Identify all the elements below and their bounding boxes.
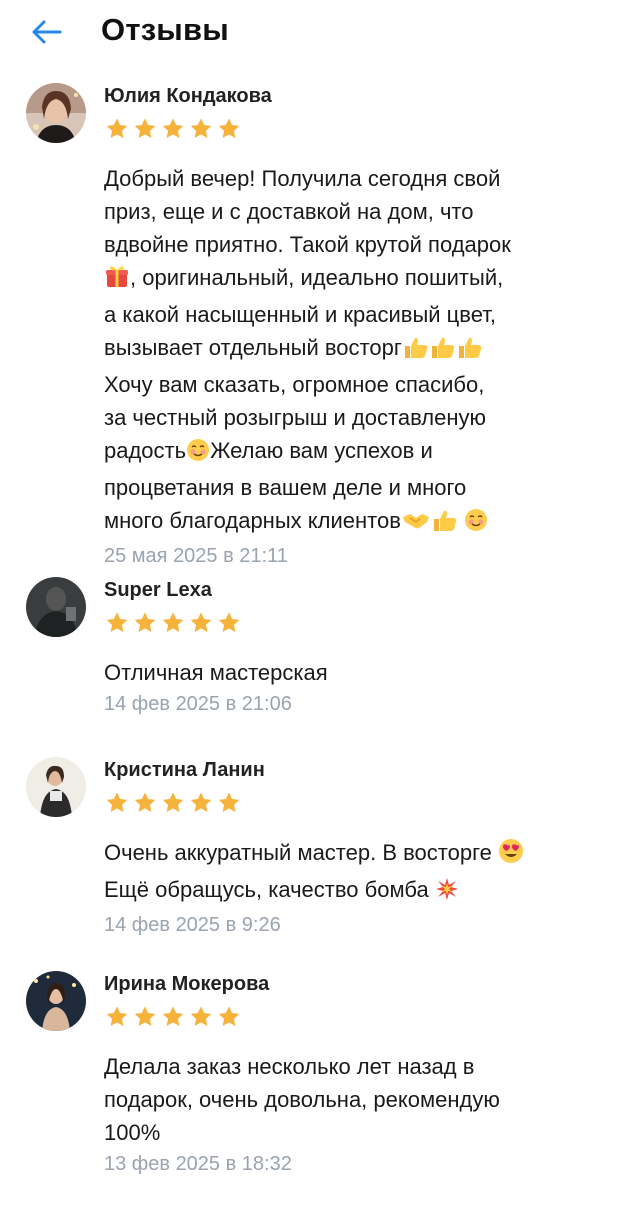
review-text-line: Желаю вам успехов и: [210, 438, 433, 463]
review-author[interactable]: Кристина Ланин: [104, 754, 600, 786]
review-text-line: Добрый вечер! Получила сегодня свой: [104, 166, 501, 191]
rating-stars: [104, 1002, 600, 1032]
star-icon: [218, 118, 240, 138]
review-author[interactable]: Ирина Мокерова: [104, 968, 600, 1000]
review-text-line: Делала заказ несколько лет назад в: [104, 1054, 475, 1079]
review-text-line: радость: [104, 438, 187, 463]
review-text-line: за честный розыгрыш и доставленую: [104, 405, 486, 430]
review-text-line: Ещё обращусь, качество бомба: [104, 877, 429, 902]
star-icon: [134, 118, 156, 138]
review-text-line: приз, еще и с доставкой на дом, что: [104, 199, 474, 224]
star-icon: [190, 792, 212, 812]
star-icon: [134, 612, 156, 632]
review-item: Юлия Кондакова Добрый вечер! Получила се…: [0, 80, 640, 572]
star-icon: [218, 1006, 240, 1026]
star-icon: [162, 792, 184, 812]
star-icon: [134, 1006, 156, 1026]
star-icon: [190, 1006, 212, 1026]
review-date: 25 мая 2025 в 21:11: [104, 545, 288, 567]
review-author[interactable]: Юлия Кондакова: [104, 80, 600, 112]
review-date: 14 фев 2025 в 21:06: [104, 693, 292, 715]
star-icon: [162, 118, 184, 138]
thumbs-up-emoji-icon: [456, 335, 483, 368]
star-icon: [106, 612, 128, 632]
review-text-line-wrap: Ещё обращусь, качество бомба: [104, 873, 600, 910]
star-icon: [218, 792, 240, 812]
star-icon: [162, 1006, 184, 1026]
thumbs-up-emoji-icon: [431, 508, 458, 541]
review-item: Super Lexa Отличная мастерская 14 фев 20…: [0, 574, 640, 752]
review-date: 13 фев 2025 в 18:32: [104, 1153, 292, 1175]
star-icon: [218, 612, 240, 632]
review-text-line-wrap: радость Желаю вам успехов и: [104, 434, 600, 471]
gift-emoji-icon: [104, 263, 130, 298]
heart-eyes-emoji-icon: [498, 838, 524, 873]
rating-stars: [104, 608, 600, 638]
header: Отзывы: [0, 0, 640, 64]
avatar[interactable]: [26, 971, 86, 1031]
collision-emoji-icon: [435, 877, 459, 910]
star-icon: [190, 612, 212, 632]
review-text: Отличная мастерская: [104, 656, 600, 689]
star-icon: [190, 118, 212, 138]
review-text-line-wrap: , оригинальный, идеально пошитый,: [104, 261, 600, 298]
rating-stars: [104, 114, 600, 144]
star-icon: [106, 1006, 128, 1026]
review-item: Кристина Ланин Очень аккуратный мастер. …: [0, 754, 640, 966]
review-text-line: 100%: [104, 1120, 161, 1145]
review-text-line: вызывает отдельный восторг: [104, 335, 402, 360]
review-author[interactable]: Super Lexa: [104, 574, 600, 606]
star-icon: [106, 118, 128, 138]
review-text: Делала заказ несколько лет назад в подар…: [104, 1050, 600, 1149]
review-text-line: а какой насыщенный и красивый цвет,: [104, 302, 496, 327]
avatar[interactable]: [26, 83, 86, 143]
avatar[interactable]: [26, 757, 86, 817]
rating-stars: [104, 788, 600, 818]
review-text-line: Хочу вам сказать, огромное спасибо,: [104, 372, 485, 397]
review-text-line-wrap: вызывает отдельный восторг: [104, 331, 600, 368]
back-button[interactable]: [26, 14, 66, 50]
review-item: Ирина Мокерова Делала заказ несколько ле…: [0, 968, 640, 1208]
avatar[interactable]: [26, 577, 86, 637]
reviews-list: Юлия Кондакова Добрый вечер! Получила се…: [0, 78, 640, 1208]
star-icon: [134, 792, 156, 812]
smiling-face-emoji-icon: [464, 508, 488, 541]
star-icon: [106, 792, 128, 812]
thumbs-up-emoji-icon: [429, 335, 456, 368]
review-text-line-wrap: много благодарных клиентов: [104, 504, 600, 541]
review-text-line: , оригинальный, идеально пошитый,: [130, 265, 504, 290]
review-text: Добрый вечер! Получила сегодня свой приз…: [104, 162, 600, 541]
review-text-line-wrap: Очень аккуратный мастер. В восторге: [104, 836, 600, 873]
smiling-face-emoji-icon: [186, 438, 210, 471]
handshake-emoji-icon: [401, 508, 431, 541]
review-text-line: подарок, очень довольна, рекомендую: [104, 1087, 500, 1112]
review-text-line: процветания в вашем деле и много: [104, 475, 467, 500]
review-text-line: вдвойне приятно. Такой крутой подарок: [104, 232, 511, 257]
page-title: Отзывы: [101, 12, 229, 47]
review-text-line: много благодарных клиентов: [104, 508, 401, 533]
review-date: 14 фев 2025 в 9:26: [104, 914, 281, 936]
review-text-line: Очень аккуратный мастер. В восторге: [104, 840, 492, 865]
review-text: Очень аккуратный мастер. В восторге Ещё …: [104, 836, 600, 910]
review-text-line: Отличная мастерская: [104, 660, 328, 685]
arrow-left-icon: [32, 20, 62, 44]
star-icon: [162, 612, 184, 632]
thumbs-up-emoji-icon: [402, 335, 429, 368]
